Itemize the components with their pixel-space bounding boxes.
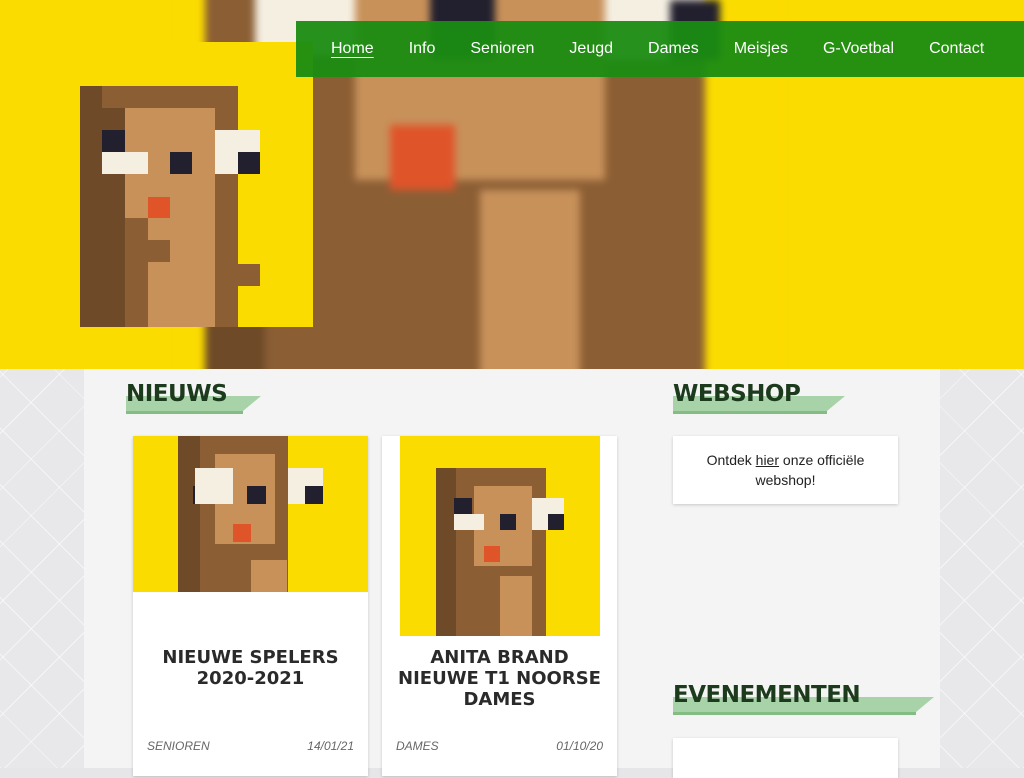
- news-card-title-line2: NIEUWE T1 NOORSE: [398, 668, 601, 689]
- main-navigation: Home Info Senioren Jeugd Dames Meisjes G…: [296, 21, 1024, 77]
- hero-banner: Home Info Senioren Jeugd Dames Meisjes G…: [0, 0, 1024, 369]
- nav-g-voetbal[interactable]: G-Voetbal: [823, 40, 894, 58]
- news-card-date: 01/10/20: [556, 739, 603, 753]
- squirrel-logo-icon[interactable]: [80, 42, 313, 327]
- nav-contact[interactable]: Contact: [929, 40, 984, 58]
- events-box: [673, 738, 898, 778]
- webshop-text-after: onze officiële: [782, 452, 865, 468]
- news-card-title-line1: ANITA BRAND: [430, 647, 569, 668]
- nav-dames[interactable]: Dames: [648, 40, 699, 58]
- webshop-box: Ontdek hier onze officiële webshop!: [673, 436, 898, 504]
- main-content: NIEUWS NIEUWE SPELERS 2020-2021 SENIOREN…: [84, 369, 940, 778]
- webshop-text-line2: webshop!: [755, 472, 816, 488]
- nav-jeugd[interactable]: Jeugd: [569, 40, 613, 58]
- news-card-category: DAMES: [396, 739, 439, 753]
- news-card[interactable]: ANITA BRAND NIEUWE T1 NOORSE DAMES DAMES…: [382, 436, 617, 776]
- news-card-title-line3: DAMES: [463, 689, 536, 710]
- news-image: [400, 436, 600, 636]
- news-card-date: 14/01/21: [307, 739, 354, 753]
- webshop-text-before: Ontdek: [706, 452, 752, 468]
- news-image: [133, 436, 368, 592]
- nav-info[interactable]: Info: [409, 40, 436, 58]
- news-card[interactable]: NIEUWE SPELERS 2020-2021 SENIOREN 14/01/…: [133, 436, 368, 776]
- nav-senioren[interactable]: Senioren: [470, 40, 534, 58]
- webshop-link[interactable]: hier: [756, 452, 779, 468]
- news-section-title: NIEUWS: [126, 381, 228, 407]
- news-card-title-line2: 2020-2021: [196, 668, 305, 689]
- news-card-category: SENIOREN: [147, 739, 210, 753]
- news-card-title-line1: NIEUWE SPELERS: [162, 647, 339, 668]
- webshop-section-title: WEBSHOP: [673, 381, 801, 407]
- nav-home[interactable]: Home: [331, 40, 374, 58]
- nav-meisjes[interactable]: Meisjes: [734, 40, 788, 58]
- events-section-title: EVENEMENTEN: [673, 682, 861, 708]
